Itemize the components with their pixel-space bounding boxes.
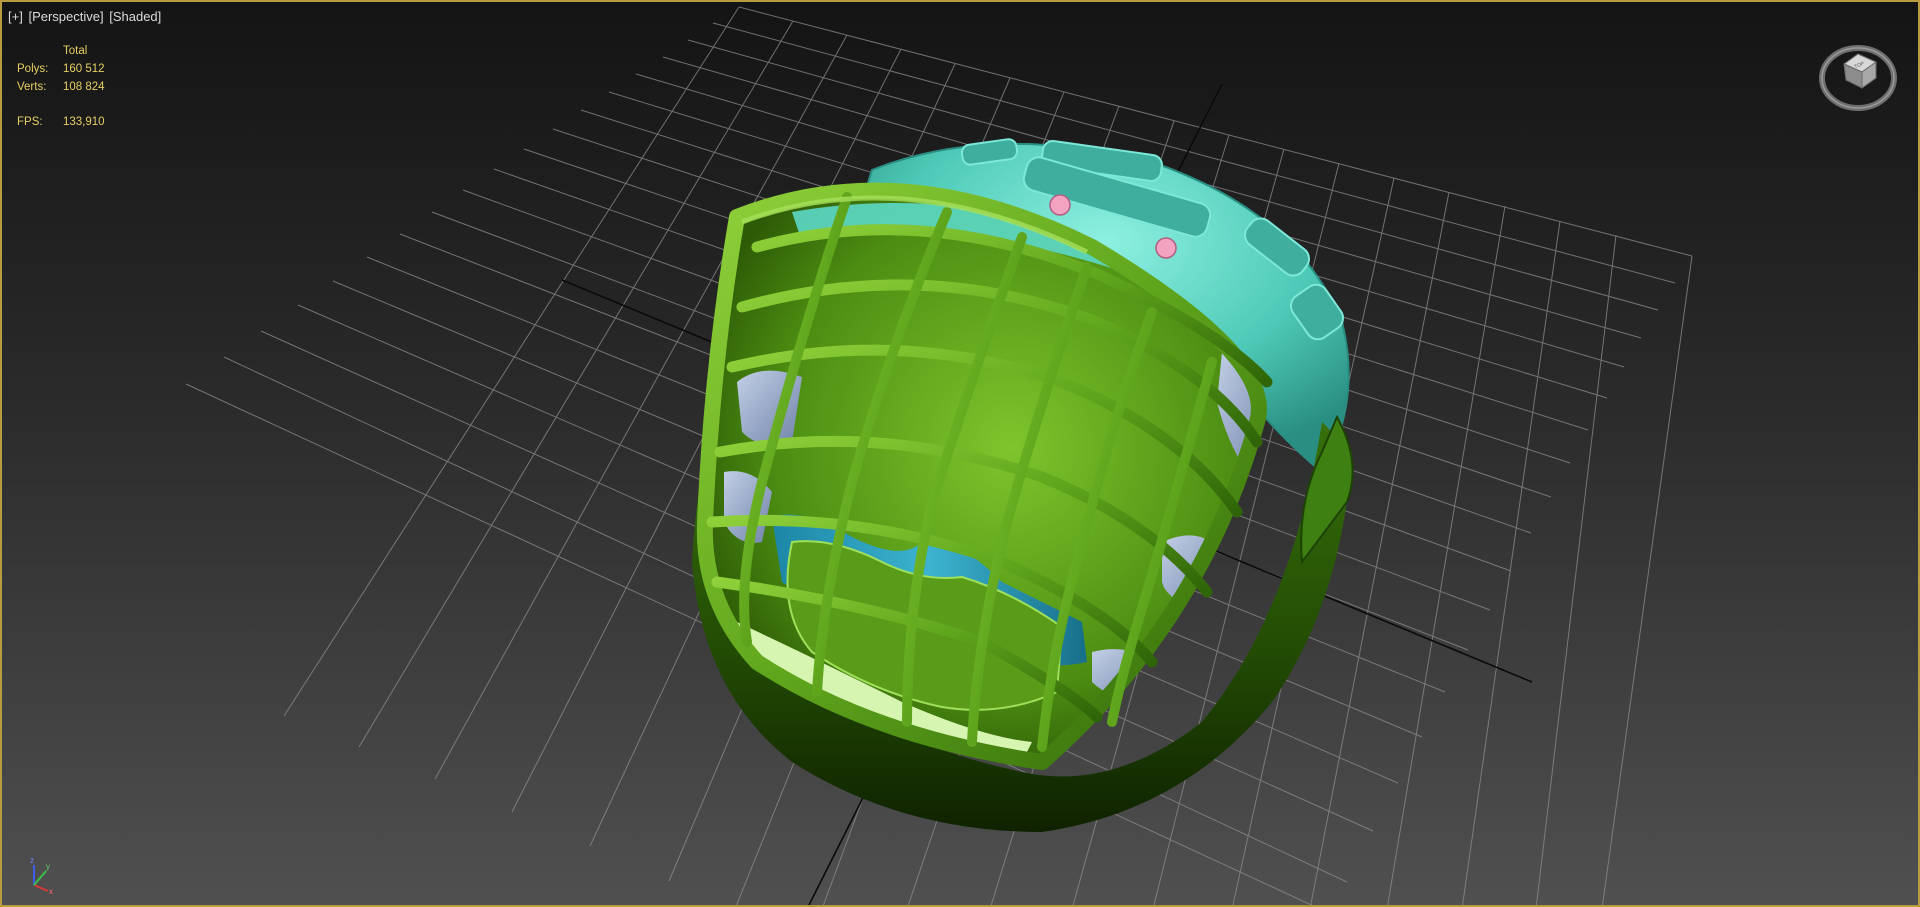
viewcube-icon[interactable]: TOP <box>1818 40 1898 114</box>
verts-value: 108 824 <box>63 81 105 93</box>
viewport-menu-button[interactable]: [+] <box>8 9 23 24</box>
polys-value: 160 512 <box>63 63 105 75</box>
perspective-viewport[interactable]: [+] [Perspective] [Shaded] Total Polys: 1… <box>0 0 1920 907</box>
viewport-scene[interactable] <box>2 2 1920 907</box>
axis-y-label: y <box>46 862 50 871</box>
axis-tripod-icon: z y x <box>30 856 53 895</box>
verts-label: Verts: <box>17 81 47 93</box>
viewport-statistics: Total Polys: 160 512 Verts: 108 824 FPS: 13… <box>17 42 105 131</box>
shell-screw <box>1049 194 1071 216</box>
axis-z-label: z <box>30 856 34 865</box>
stats-header: Total <box>63 45 88 57</box>
fps-label: FPS: <box>17 116 43 128</box>
viewcube-cube <box>1842 53 1878 89</box>
fps-value: 133,910 <box>63 116 105 128</box>
view-mode-menu[interactable]: [Perspective] <box>28 9 103 24</box>
shell-screw <box>1155 237 1177 259</box>
polys-label: Polys: <box>17 63 49 75</box>
viewport-label-bar: [+] [Perspective] [Shaded] <box>8 9 163 24</box>
shading-mode-menu[interactable]: [Shaded] <box>109 9 161 24</box>
axis-x-label: x <box>49 887 53 895</box>
helmet-model <box>692 138 1354 832</box>
